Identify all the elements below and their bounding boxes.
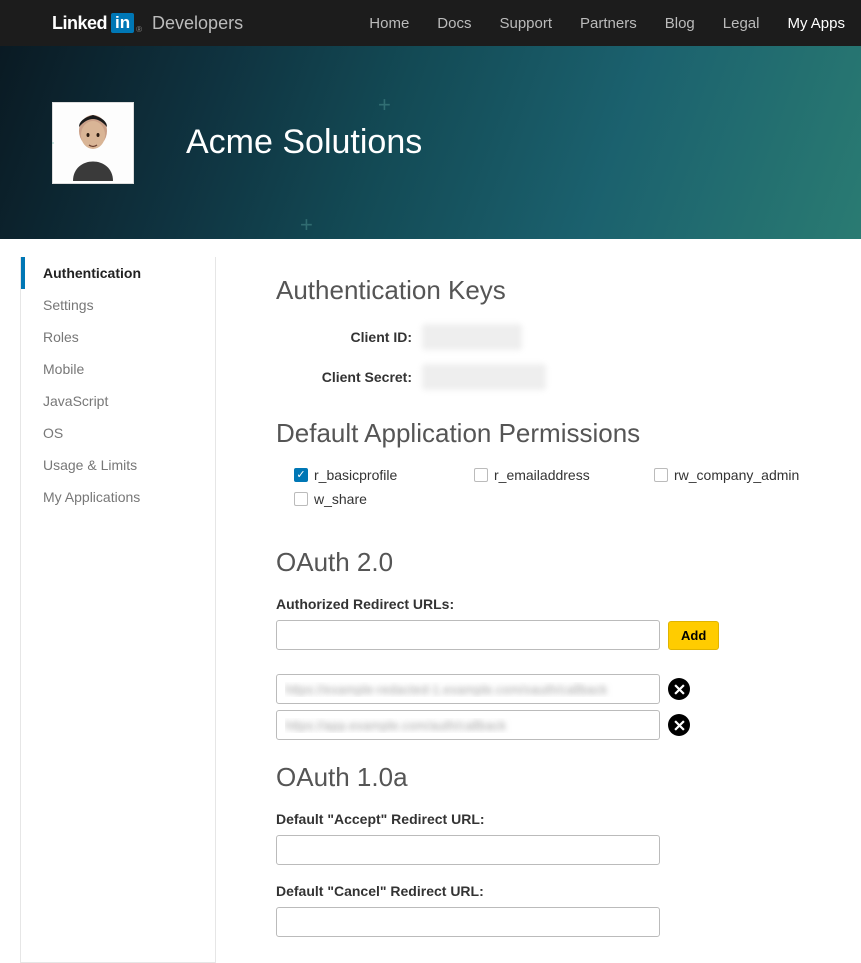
sidebar: Authentication Settings Roles Mobile Jav… <box>20 257 216 963</box>
client-secret-label: Client Secret: <box>276 369 412 385</box>
cancel-redirect-label: Default "Cancel" Redirect URL: <box>276 883 824 899</box>
permission-label: r_basicprofile <box>314 467 397 483</box>
nav-partners[interactable]: Partners <box>580 15 637 32</box>
registered-mark: ® <box>136 25 142 34</box>
client-id-label: Client ID: <box>276 329 412 345</box>
sidebar-item-authentication[interactable]: Authentication <box>21 257 215 289</box>
nav-legal[interactable]: Legal <box>723 15 760 32</box>
permission-r-emailaddress[interactable]: r_emailaddress <box>474 467 654 483</box>
close-icon <box>674 684 685 695</box>
sidebar-item-mobile[interactable]: Mobile <box>21 353 215 385</box>
add-button[interactable]: Add <box>668 621 719 650</box>
permissions-heading: Default Application Permissions <box>276 418 824 449</box>
sidebar-item-settings[interactable]: Settings <box>21 289 215 321</box>
nav-my-apps[interactable]: My Apps <box>787 15 845 32</box>
decorative-plus-icon: + <box>300 214 318 232</box>
nav-docs[interactable]: Docs <box>437 15 471 32</box>
redirect-url-entry[interactable] <box>276 674 660 704</box>
permission-r-basicprofile[interactable]: r_basicprofile <box>294 467 474 483</box>
cancel-redirect-input[interactable] <box>276 907 660 937</box>
remove-button[interactable] <box>668 678 690 700</box>
nav-links: Home Docs Support Partners Blog Legal My… <box>369 15 845 32</box>
brand-developers-text: Developers <box>152 13 243 34</box>
redirect-url-entry[interactable] <box>276 710 660 740</box>
permission-label: w_share <box>314 491 367 507</box>
checkbox-icon[interactable] <box>654 468 668 482</box>
decorative-plus-icon: + <box>378 94 396 112</box>
sidebar-item-javascript[interactable]: JavaScript <box>21 385 215 417</box>
close-icon <box>674 720 685 731</box>
remove-button[interactable] <box>668 714 690 736</box>
oauth1-heading: OAuth 1.0a <box>276 762 824 793</box>
permission-label: r_emailaddress <box>494 467 590 483</box>
sidebar-item-usage-limits[interactable]: Usage & Limits <box>21 449 215 481</box>
oauth2-heading: OAuth 2.0 <box>276 547 824 578</box>
nav-support[interactable]: Support <box>499 15 552 32</box>
app-avatar <box>52 102 134 184</box>
brand-logo[interactable]: Linked in ® Developers <box>52 13 243 34</box>
client-id-value <box>422 324 522 350</box>
sidebar-item-roles[interactable]: Roles <box>21 321 215 353</box>
top-nav: Linked in ® Developers Home Docs Support… <box>0 0 861 46</box>
brand-in-badge: in <box>111 13 134 33</box>
sidebar-item-os[interactable]: OS <box>21 417 215 449</box>
permission-w-share[interactable]: w_share <box>294 491 474 507</box>
permission-label: rw_company_admin <box>674 467 799 483</box>
permission-rw-company-admin[interactable]: rw_company_admin <box>654 467 854 483</box>
nav-home[interactable]: Home <box>369 15 409 32</box>
app-title: Acme Solutions <box>186 123 422 162</box>
checkbox-icon[interactable] <box>294 492 308 506</box>
client-secret-value <box>422 364 546 390</box>
sidebar-item-my-applications[interactable]: My Applications <box>21 481 215 513</box>
redirect-urls-label: Authorized Redirect URLs: <box>276 596 824 612</box>
checkbox-icon[interactable] <box>294 468 308 482</box>
checkbox-icon[interactable] <box>474 468 488 482</box>
auth-keys-heading: Authentication Keys <box>276 275 824 306</box>
avatar-icon <box>55 105 131 181</box>
accept-redirect-label: Default "Accept" Redirect URL: <box>276 811 824 827</box>
accept-redirect-input[interactable] <box>276 835 660 865</box>
main-content: Authentication Keys Client ID: Client Se… <box>216 239 856 963</box>
redirect-url-input[interactable] <box>276 620 660 650</box>
brand-linked-text: Linked <box>52 13 107 34</box>
hero-banner: + + Acme Solutions <box>0 46 861 239</box>
nav-blog[interactable]: Blog <box>665 15 695 32</box>
